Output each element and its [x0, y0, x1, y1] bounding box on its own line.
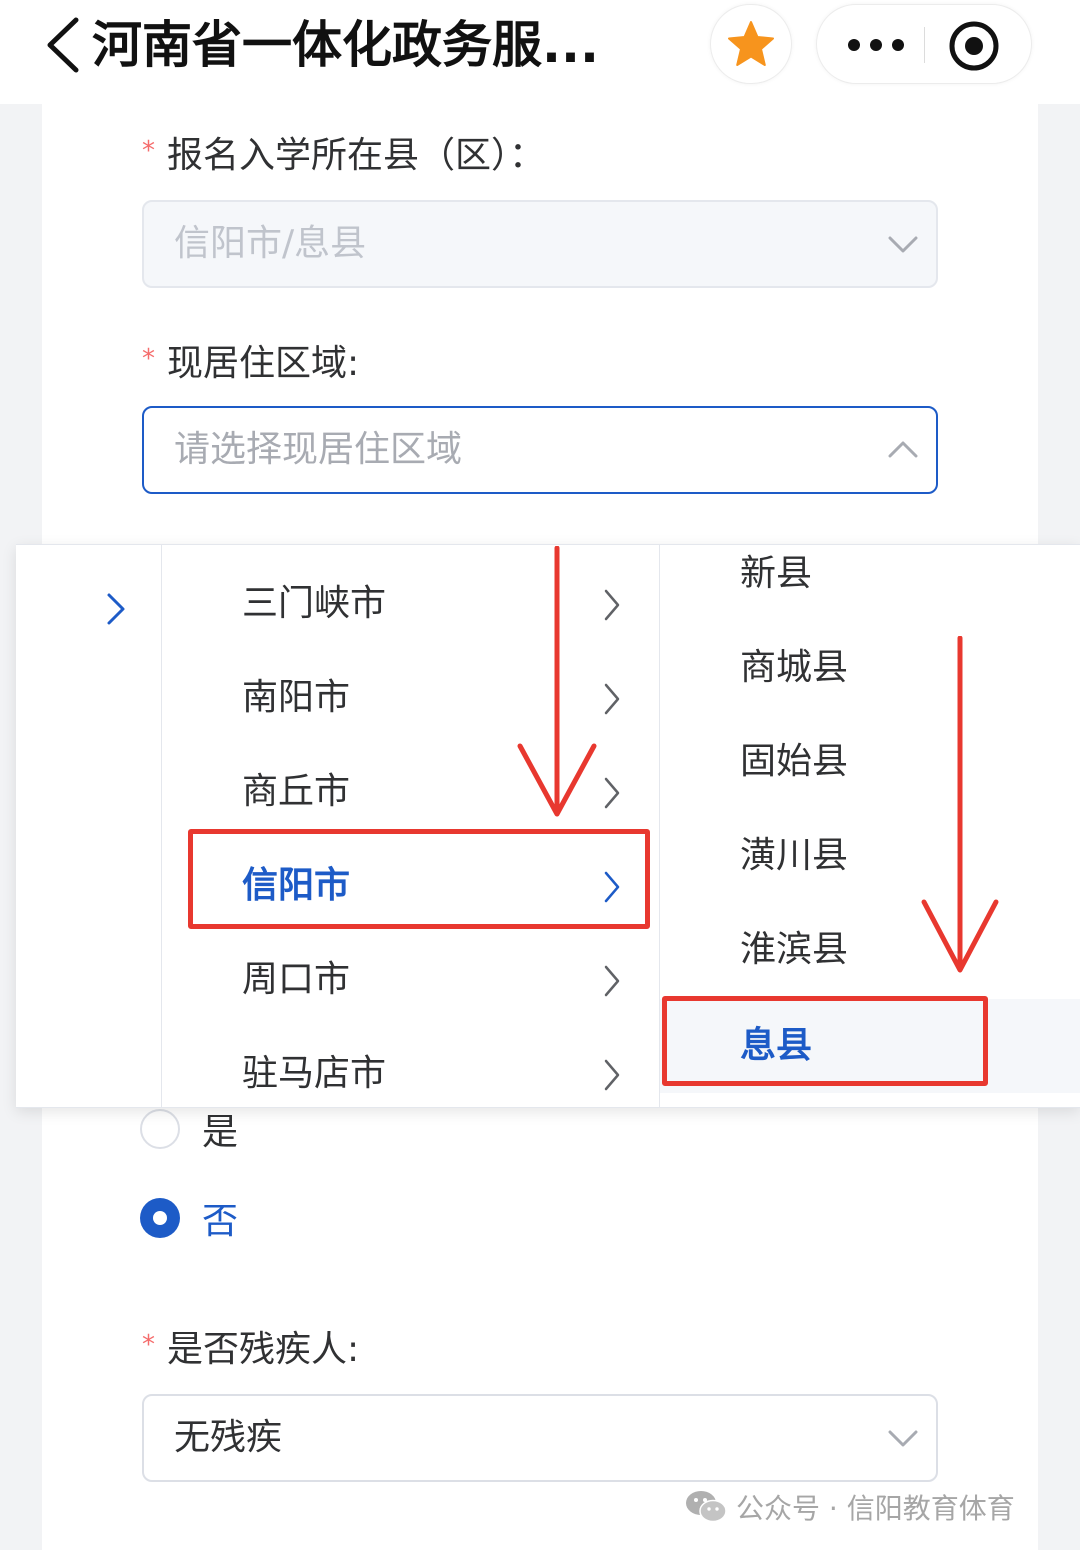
chevron-right-icon[interactable]	[104, 591, 128, 627]
county-item-shangcheng[interactable]: 商城县	[660, 621, 1080, 715]
county-item-label: 新县	[740, 553, 813, 594]
required-mark: *	[142, 1330, 155, 1360]
highlight-box-county	[662, 996, 988, 1086]
annotation-arrow-down-icon	[517, 546, 597, 817]
chevron-right-icon	[604, 1059, 620, 1091]
chevron-down-icon	[888, 1430, 918, 1447]
disability-select[interactable]: 无残疾	[142, 1394, 938, 1482]
county-item-xinxian[interactable]: 新县	[660, 545, 1080, 621]
chevron-right-icon	[604, 683, 620, 715]
residence-area-placeholder: 请选择现居住区域	[174, 429, 463, 470]
chevron-down-icon	[888, 236, 918, 253]
cascader-province-panel	[16, 545, 162, 1107]
residence-area-label: * 现居住区域:	[142, 334, 359, 386]
city-item-label: 三门峡市	[242, 583, 387, 624]
radio-yes-label: 是	[202, 1112, 239, 1153]
mini-program-capsule	[816, 4, 1032, 84]
radio-option-yes[interactable]: 是	[140, 1104, 238, 1154]
city-item-label: 周口市	[242, 959, 351, 1000]
county-item-label: 固始县	[740, 741, 849, 782]
capsule-divider	[924, 27, 925, 63]
watermark-text: 公众号 · 信阳教育体育	[736, 1492, 1015, 1525]
chevron-right-icon	[604, 589, 620, 621]
record-circle-icon[interactable]	[947, 19, 1001, 73]
top-navbar: 河南省一体化政务服...	[0, 0, 1080, 104]
star-icon	[728, 21, 774, 66]
required-mark: *	[142, 344, 155, 374]
city-item-zhoukou[interactable]: 周口市	[162, 933, 660, 1027]
chevron-right-icon	[604, 777, 620, 809]
county-item-label: 商城县	[740, 647, 849, 688]
disability-label-text: 是否残疾人:	[167, 1329, 360, 1370]
residence-area-label-text: 现居住区域:	[167, 343, 360, 384]
wechat-icon	[686, 1491, 727, 1523]
city-item-label: 驻马店市	[242, 1053, 387, 1094]
city-item-zhumadian[interactable]: 驻马店市	[162, 1027, 660, 1107]
more-dots-icon[interactable]	[847, 31, 905, 59]
chevron-right-icon	[604, 965, 620, 997]
watermark: 公众号 · 信阳教育体育	[684, 1484, 1015, 1530]
city-item-label: 南阳市	[242, 677, 351, 718]
radio-option-no[interactable]: 否	[140, 1193, 238, 1243]
enroll-county-label: * 报名入学所在县（区）：	[142, 126, 545, 178]
annotation-arrow-down-icon	[921, 636, 999, 973]
county-item-label: 淮滨县	[740, 929, 849, 970]
county-item-gushi[interactable]: 固始县	[660, 715, 1080, 809]
radio-no-label: 否	[202, 1201, 239, 1242]
required-mark: *	[142, 136, 155, 166]
disability-label: * 是否残疾人:	[142, 1320, 359, 1372]
radio-no-circle[interactable]	[140, 1198, 180, 1238]
chevron-left-icon[interactable]	[40, 14, 86, 76]
chevron-up-icon	[888, 441, 918, 458]
enroll-county-value: 信阳市/息县	[174, 223, 367, 264]
county-item-huangchuan[interactable]: 潢川县	[660, 809, 1080, 903]
radio-yes-circle[interactable]	[140, 1109, 180, 1149]
residence-area-select[interactable]: 请选择现居住区域	[142, 406, 938, 494]
highlight-box-city	[188, 829, 650, 929]
enroll-county-select: 信阳市/息县	[142, 200, 938, 288]
page-title: 河南省一体化政务服...	[92, 16, 599, 74]
city-item-label: 商丘市	[242, 771, 351, 812]
favorite-button[interactable]	[710, 4, 792, 84]
county-item-huaibin[interactable]: 淮滨县	[660, 903, 1080, 997]
county-item-label: 潢川县	[740, 835, 849, 876]
enroll-county-label-text: 报名入学所在县（区）：	[167, 135, 546, 176]
disability-value: 无残疾	[174, 1417, 283, 1458]
